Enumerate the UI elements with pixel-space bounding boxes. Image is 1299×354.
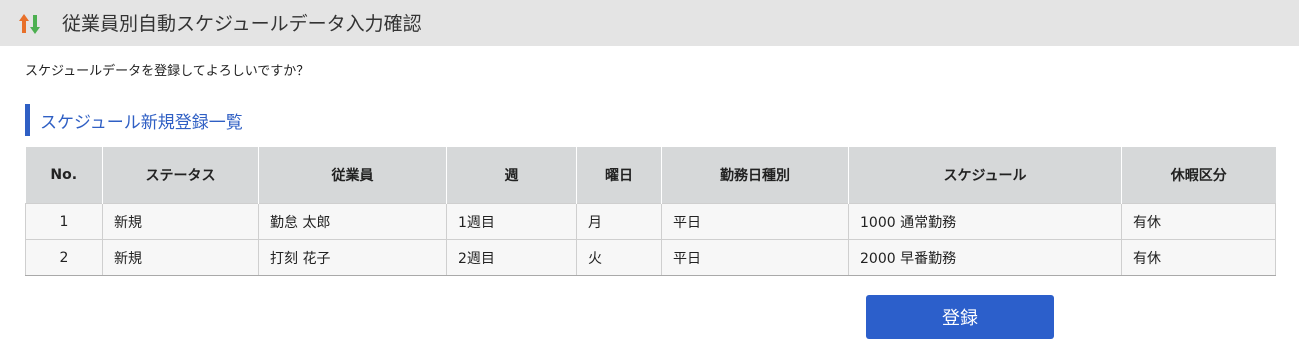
cell-leave-type: 有休	[1121, 203, 1276, 240]
column-header-schedule: スケジュール	[848, 147, 1122, 204]
cell-employee: 打刻 花子	[258, 239, 447, 276]
register-button[interactable]: 登録	[866, 295, 1054, 339]
page-header: 従業員別自動スケジュールデータ入力確認	[0, 0, 1299, 46]
cell-no: 2	[25, 239, 103, 276]
section-title: スケジュール新規登録一覧	[40, 112, 243, 133]
column-header-week: 週	[446, 147, 577, 204]
cell-status: 新規	[102, 239, 259, 276]
column-header-weekday: 曜日	[576, 147, 662, 204]
cell-weekday: 火	[576, 239, 662, 276]
cell-schedule: 1000 通常勤務	[848, 203, 1122, 240]
section-heading: スケジュール新規登録一覧	[25, 104, 243, 136]
cell-workday-type: 平日	[661, 239, 849, 276]
column-header-leave-type: 休暇区分	[1121, 147, 1276, 204]
table-row: 2 新規 打刻 花子 2週目 火 平日 2000 早番勤務 有休	[25, 239, 1276, 276]
table-row: 1 新規 勤怠 太郎 1週目 月 平日 1000 通常勤務 有休	[25, 203, 1276, 240]
cell-schedule: 2000 早番勤務	[848, 239, 1122, 276]
schedule-table: No. ステータス 従業員 週 曜日 勤務日種別 スケジュール 休暇区分 1 新…	[25, 147, 1276, 276]
cell-week: 1週目	[446, 203, 577, 240]
cell-no: 1	[25, 203, 103, 240]
column-header-no: No.	[25, 147, 103, 204]
table-header-row: No. ステータス 従業員 週 曜日 勤務日種別 スケジュール 休暇区分	[25, 147, 1276, 204]
cell-weekday: 月	[576, 203, 662, 240]
column-header-status: ステータス	[102, 147, 259, 204]
cell-week: 2週目	[446, 239, 577, 276]
confirm-message: スケジュールデータを登録してよろしいですか？	[25, 64, 310, 79]
page-title: 従業員別自動スケジュールデータ入力確認	[62, 13, 422, 35]
section-accent-bar	[25, 104, 30, 136]
cell-leave-type: 有休	[1121, 239, 1276, 276]
sort-arrows-icon	[19, 14, 40, 34]
cell-workday-type: 平日	[661, 203, 849, 240]
cell-employee: 勤怠 太郎	[258, 203, 447, 240]
column-header-employee: 従業員	[258, 147, 447, 204]
cell-status: 新規	[102, 203, 259, 240]
column-header-workday-type: 勤務日種別	[661, 147, 849, 204]
